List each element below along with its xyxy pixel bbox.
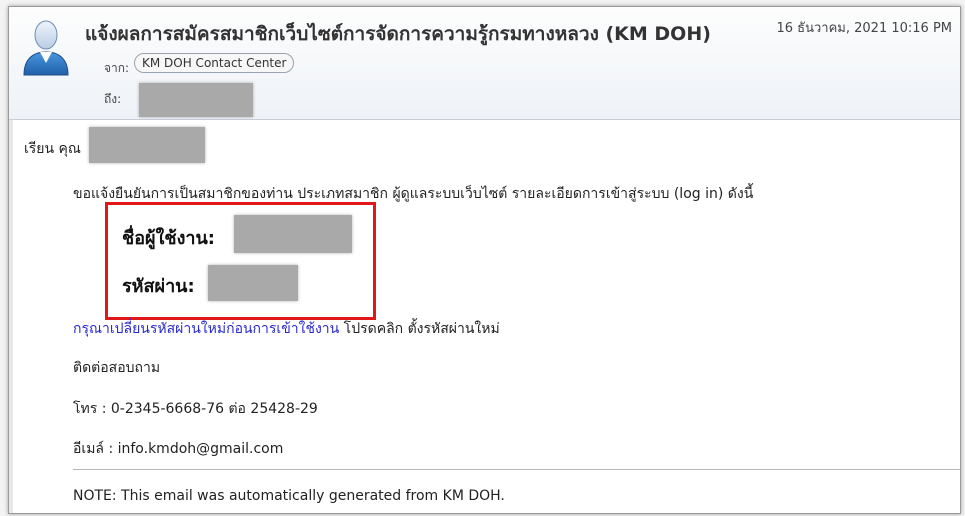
username-redaction (234, 215, 352, 253)
from-label: จาก: (104, 61, 130, 75)
password-label: รหัสผ่าน: (122, 276, 195, 297)
email-subject: แจ้งผลการสมัครสมาชิกเว็บไซต์การจัดการควา… (85, 23, 711, 45)
recipient-redaction (139, 83, 253, 117)
user-avatar-icon (23, 20, 69, 76)
name-redaction (89, 127, 205, 163)
greeting-text: เรียน คุณ (24, 141, 81, 157)
credentials-highlight-box: ชื่อผู้ใช้งาน: รหัสผ่าน: (105, 202, 376, 320)
change-password-line: กรุณาเปลี่ยนรหัสผ่านใหม่ก่อนการเข้าใช้งา… (73, 318, 500, 340)
sender-chip[interactable]: KM DOH Contact Center (134, 53, 295, 73)
contact-heading: ติดต่อสอบถาม (73, 360, 161, 376)
email-header: แจ้งผลการสมัครสมาชิกเว็บไซต์การจัดการควา… (9, 7, 960, 120)
password-redaction (208, 265, 298, 301)
username-label: ชื่อผู้ใช้งาน: (122, 228, 215, 249)
phone-text: โทร : 0-2345-6668-76 ต่อ 25428-29 (73, 401, 318, 417)
email-window: แจ้งผลการสมัครสมาชิกเว็บไซต์การจัดการควา… (8, 6, 961, 514)
email-contact-text: อีเมล์ : info.kmdoh@gmail.com (73, 441, 284, 457)
divider (73, 469, 960, 470)
email-date: 16 ธันวาคม, 2021 10:16 PM (776, 21, 953, 36)
auto-generated-note: NOTE: This email was automatically gener… (73, 488, 505, 504)
to-label: ถึง: (104, 92, 122, 106)
email-body: เรียน คุณ ขอแจ้งยืนยันการเป็นสมาชิกของท่… (9, 120, 960, 513)
change-password-link[interactable]: กรุณาเปลี่ยนรหัสผ่านใหม่ก่อนการเข้าใช้งา… (73, 321, 339, 337)
change-password-instruction: โปรดคลิก ตั้งรหัสผ่านใหม่ (339, 321, 500, 337)
